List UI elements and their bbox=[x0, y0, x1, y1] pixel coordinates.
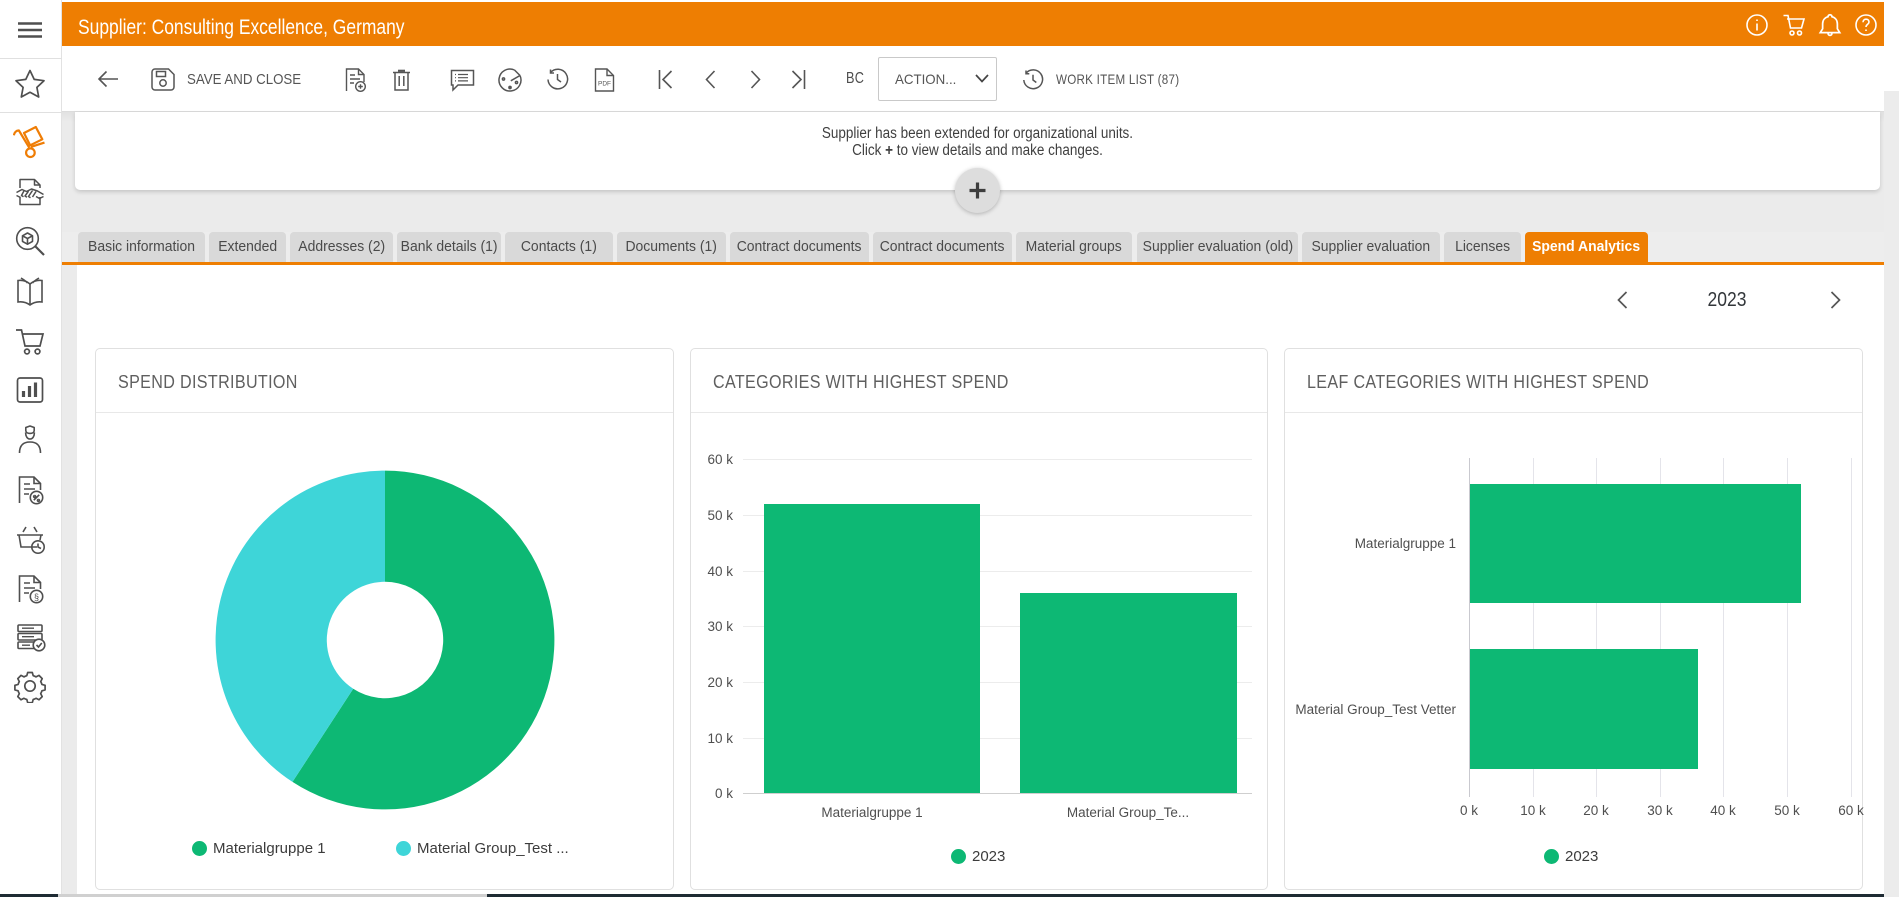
svg-text:§: § bbox=[34, 592, 39, 602]
svg-text:PDF: PDF bbox=[598, 81, 611, 88]
